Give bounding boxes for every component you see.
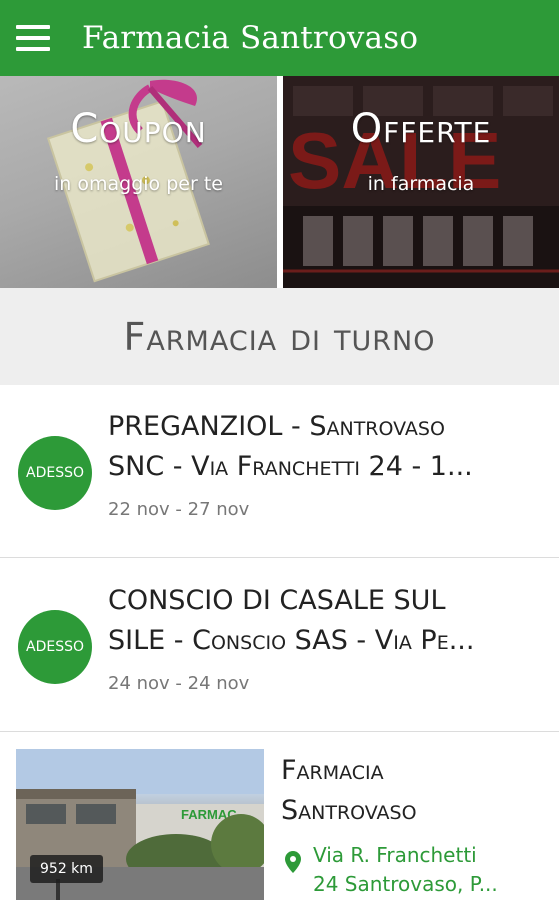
turno-name-line2: SILE - Conscio SAS - Via Pe...	[108, 625, 475, 656]
pharmacy-name-line2: Santrovaso	[281, 795, 417, 826]
coupon-title: Coupon	[70, 106, 207, 152]
turno-dates: 24 nov - 24 nov	[108, 673, 250, 694]
now-badge: ADESSO	[18, 610, 92, 684]
section-header: Farmacia di turno	[0, 288, 559, 385]
hamburger-menu-icon[interactable]	[16, 25, 50, 51]
offerte-title: Offerte	[350, 106, 492, 152]
turno-name: CONSCIO DI CASALE SUL SILE - Conscio SAS…	[108, 581, 548, 661]
turno-name-line1: PREGANZIOL - Santrovaso	[108, 411, 445, 442]
turno-list-item[interactable]: ADESSO CONSCIO DI CASALE SUL SILE - Cons…	[0, 559, 559, 732]
turno-name-line1: CONSCIO DI CASALE SUL	[108, 585, 446, 616]
pharmacy-address[interactable]: Via R. Franchetti 24 Santrovaso, P...	[313, 841, 553, 899]
offerte-subtitle: in farmacia	[367, 173, 475, 195]
coupon-subtitle: in omaggio per te	[54, 173, 223, 195]
coupon-banner[interactable]: Coupon in omaggio per te	[0, 76, 277, 288]
turno-list-item[interactable]: ADESSO PREGANZIOL - Santrovaso SNC - Via…	[0, 385, 559, 558]
pharmacy-card[interactable]: FARMAC 952 km Farmacia Santrovaso Via R.…	[0, 733, 559, 900]
turno-name: PREGANZIOL - Santrovaso SNC - Via Franch…	[108, 407, 548, 487]
section-title: Farmacia di turno	[123, 314, 436, 359]
promo-banners: Coupon in omaggio per te SALE Offerte in…	[0, 76, 559, 288]
offerte-banner[interactable]: SALE Offerte in farmacia	[283, 76, 559, 288]
pharmacy-name: Farmacia Santrovaso	[281, 751, 551, 831]
pharmacy-name-line1: Farmacia	[281, 755, 384, 786]
now-badge: ADESSO	[18, 436, 92, 510]
turno-name-line2: SNC - Via Franchetti 24 - 1...	[108, 451, 473, 482]
pharmacy-photo: FARMAC 952 km	[16, 749, 264, 900]
pharmacy-address-line2: 24 Santrovaso, P...	[313, 872, 498, 896]
pharmacy-address-line1: Via R. Franchetti	[313, 843, 477, 867]
app-title: Farmacia Santrovaso	[82, 20, 419, 56]
distance-badge: 952 km	[30, 855, 103, 883]
app-bar: Farmacia Santrovaso	[0, 0, 559, 76]
turno-dates: 22 nov - 27 nov	[108, 499, 250, 520]
location-pin-icon	[285, 851, 301, 873]
